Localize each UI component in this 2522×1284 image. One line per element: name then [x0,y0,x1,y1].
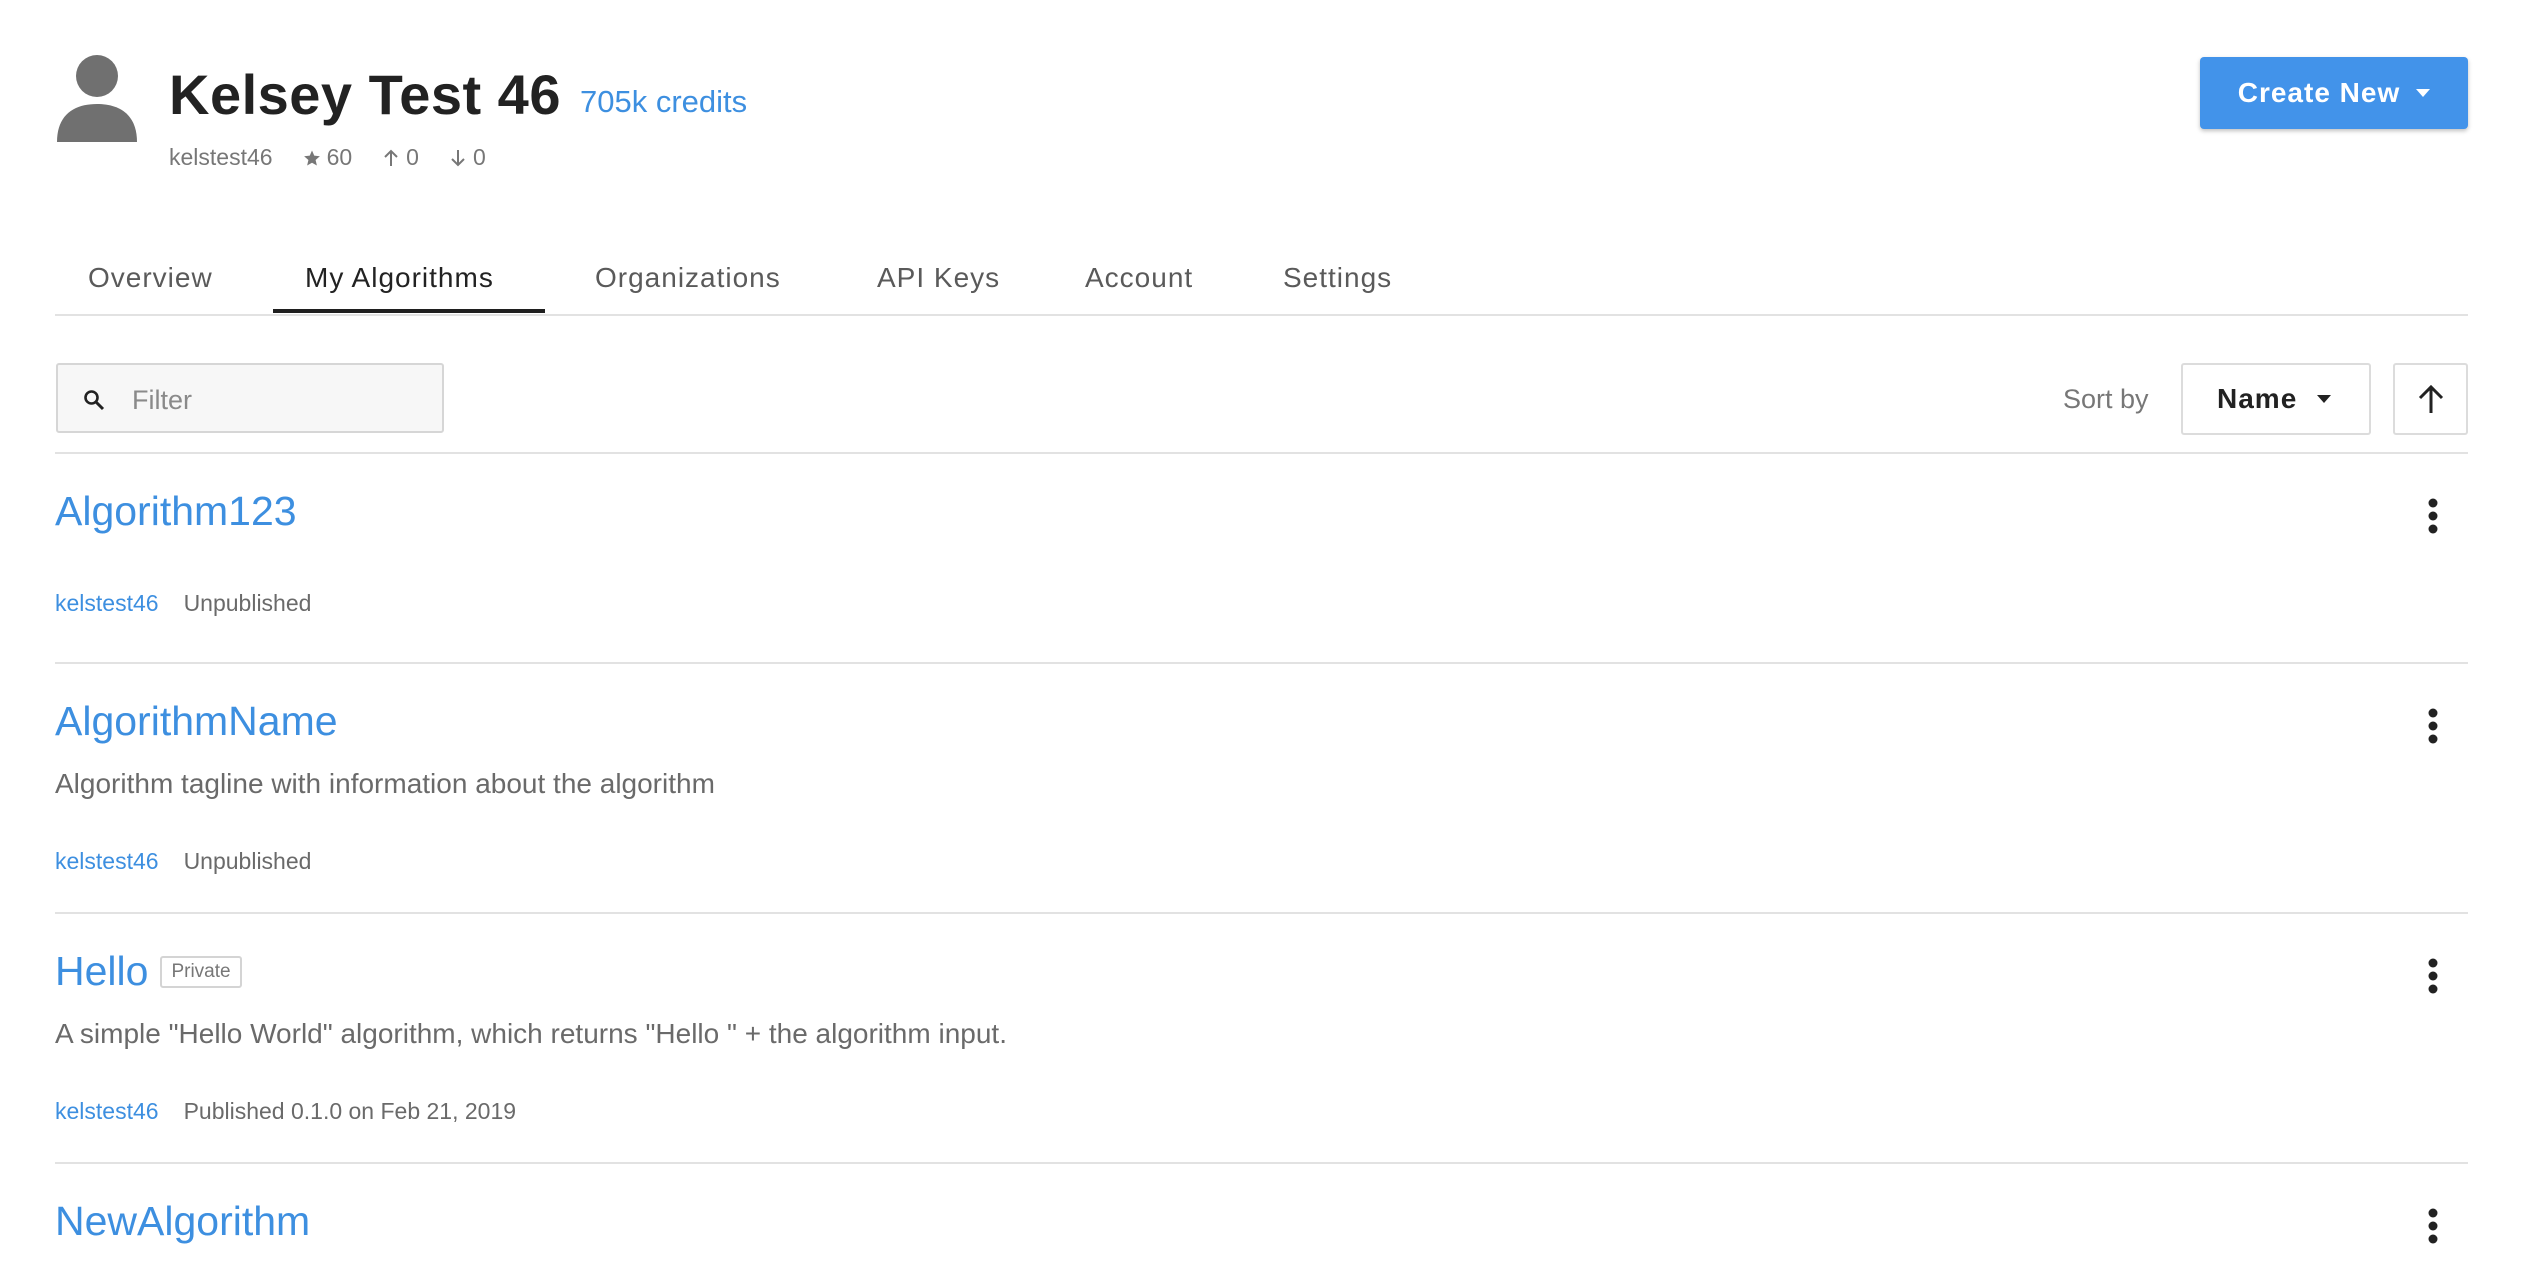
filter-input[interactable] [130,379,434,421]
more-options-button[interactable] [2418,1204,2448,1248]
algorithm-meta: kelstest46 Published 0.1.0 on Feb 21, 20… [55,1098,516,1125]
list-item: Algorithm123 kelstest46 Unpublished [55,454,2468,664]
following-count: 0 [472,144,486,170]
algorithm-title: Hello Private [55,948,242,995]
followers-stat: 0 [382,144,419,171]
more-vertical-icon [2428,498,2438,534]
private-badge: Private [160,956,242,988]
profile-username: kelstest46 [169,144,273,170]
list-item: NewAlgorithm [55,1164,2468,1284]
algorithm-name-link[interactable]: Algorithm123 [55,488,297,535]
algorithm-status: Unpublished [183,590,312,616]
stars-stat: 60 [303,144,353,171]
star-icon [303,150,320,165]
algorithm-name-link[interactable]: AlgorithmName [55,698,338,745]
tab-account[interactable]: Account [1085,262,1193,294]
tab-settings[interactable]: Settings [1283,262,1392,294]
algorithm-meta: kelstest46 Unpublished [55,590,311,617]
arrow-down-icon [451,149,465,166]
algorithm-meta: kelstest46 Unpublished [55,848,311,875]
more-options-button[interactable] [2418,704,2448,748]
sort-direction-button[interactable] [2393,363,2468,435]
filter-box [56,363,444,433]
following-stat: 0 [449,144,486,171]
tab-organizations[interactable]: Organizations [595,262,781,294]
algorithm-owner-link[interactable]: kelstest46 [55,590,159,617]
arrow-up-icon [2418,384,2443,413]
sort-select[interactable]: Name [2181,363,2371,435]
tab-my-algorithms[interactable]: My Algorithms [305,262,494,294]
algorithm-name-link[interactable]: NewAlgorithm [55,1198,310,1245]
algorithm-owner-link[interactable]: kelstest46 [55,848,159,875]
profile-name: Kelsey Test 46 [169,63,561,126]
algorithm-status: Published 0.1.0 on Feb 21, 2019 [183,1098,517,1124]
user-avatar-icon [55,52,139,142]
tab-overview[interactable]: Overview [88,262,213,294]
algorithm-list: Algorithm123 kelstest46 Unpublished Algo… [55,454,2468,1284]
stars-count: 60 [326,144,353,170]
list-item: AlgorithmName Algorithm tagline with inf… [55,664,2468,914]
algorithm-description: A simple "Hello World" algorithm, which … [55,1018,1007,1049]
search-icon [84,390,105,411]
credits-link[interactable]: 705k credits [580,84,747,120]
algorithm-description: Algorithm tagline with information about… [55,768,715,799]
create-new-button[interactable]: Create New [2200,57,2468,129]
list-item: Hello Private A simple "Hello World" algo… [55,914,2468,1164]
tab-api-keys[interactable]: API Keys [877,262,1000,294]
followers-count: 0 [406,144,419,170]
algorithm-status: Unpublished [183,848,312,874]
algorithm-name-link[interactable]: Hello [55,948,148,994]
sort-value: Name [2217,383,2298,414]
create-new-label: Create New [2237,77,2401,108]
arrow-up-icon [384,149,398,166]
more-vertical-icon [2428,708,2438,744]
active-tab-indicator [273,309,545,313]
more-options-button[interactable] [2418,954,2448,998]
algorithm-owner-link[interactable]: kelstest46 [55,1098,159,1125]
more-options-button[interactable] [2418,494,2448,538]
caret-down-icon [2317,395,2332,403]
more-vertical-icon [2428,1208,2438,1244]
profile-tabs: Overview My Algorithms Organizations API… [55,254,2468,316]
more-vertical-icon [2428,958,2438,994]
caret-down-icon [2416,89,2431,97]
profile-meta: kelstest46 60 0 0 [169,144,486,171]
sort-by-label: Sort by [2063,384,2149,414]
